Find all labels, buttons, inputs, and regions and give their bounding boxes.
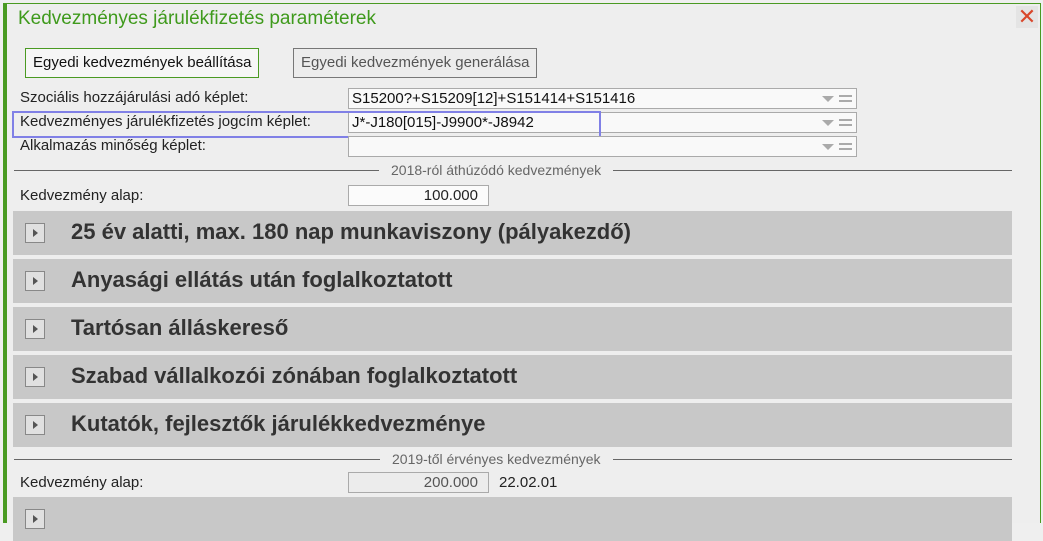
section-2019-title: 2019-től érvényes kedvezmények bbox=[380, 451, 613, 467]
menu-icon[interactable] bbox=[839, 119, 852, 126]
benefit-title: Szabad vállalkozói zónában foglalkoztato… bbox=[71, 363, 518, 388]
base-label-2019: Kedvezmény alap: bbox=[20, 474, 144, 491]
benefit-title: Tartósan álláskereső bbox=[71, 315, 289, 340]
benefit-row[interactable]: Kutatók, fejlesztők járulékkedvezménye bbox=[13, 403, 1012, 447]
base-label-2018: Kedvezmény alap: bbox=[20, 187, 144, 204]
section-2018-title: 2018-ról áthúzódó kedvezmények bbox=[379, 162, 614, 178]
benefit-row[interactable]: Szabad vállalkozói zónában foglalkoztato… bbox=[13, 355, 1012, 399]
generate-individual-button[interactable]: Egyedi kedvezmények generálása bbox=[293, 48, 538, 78]
social-tax-label: Szociális hozzájárulási adó képlet: bbox=[20, 89, 249, 106]
expand-icon[interactable] bbox=[25, 271, 45, 291]
dropdown-arrow-icon[interactable] bbox=[822, 120, 834, 126]
application-quality-input[interactable] bbox=[348, 136, 857, 157]
close-icon[interactable]: ✕ bbox=[1016, 6, 1038, 28]
dropdown-arrow-icon[interactable] bbox=[822, 144, 834, 150]
base-date-2019: 22.02.01 bbox=[499, 474, 558, 491]
expand-icon[interactable] bbox=[25, 415, 45, 435]
benefit-row[interactable]: Anyasági ellátás után foglalkoztatott bbox=[13, 259, 1012, 303]
menu-icon[interactable] bbox=[839, 143, 852, 150]
social-tax-formula-input[interactable]: S15200?+S15209[12]+S151414+S151416 bbox=[348, 88, 857, 109]
expand-icon[interactable] bbox=[25, 367, 45, 387]
setup-individual-button[interactable]: Egyedi kedvezmények beállítása bbox=[25, 48, 260, 78]
benefit-title: Anyasági ellátás után foglalkoztatott bbox=[71, 267, 453, 292]
benefit-title: 25 év alatti, max. 180 nap munkaviszony … bbox=[71, 219, 632, 244]
benefit-row[interactable]: 25 év alatti, max. 180 nap munkaviszony … bbox=[13, 211, 1012, 255]
expand-icon[interactable] bbox=[25, 319, 45, 339]
social-tax-formula-value: S15200?+S15209[12]+S151414+S151416 bbox=[352, 90, 636, 107]
menu-icon[interactable] bbox=[839, 95, 852, 102]
dropdown-arrow-icon[interactable] bbox=[822, 96, 834, 102]
benefit-title: Kutatók, fejlesztők járulékkedvezménye bbox=[71, 411, 486, 436]
dialog-title: Kedvezményes járulékfizetés paraméterek bbox=[18, 8, 377, 29]
base-input-2018[interactable]: 100.000 bbox=[348, 185, 489, 206]
base-input-2019: 200.000 bbox=[348, 472, 489, 493]
benefit-row[interactable]: Tartósan álláskereső bbox=[13, 307, 1012, 351]
benefit-row[interactable] bbox=[13, 497, 1012, 541]
expand-icon[interactable] bbox=[25, 223, 45, 243]
application-quality-label: Alkalmazás minőség képlet: bbox=[20, 137, 206, 154]
expand-icon[interactable] bbox=[25, 509, 45, 529]
highlight-box bbox=[12, 111, 601, 138]
